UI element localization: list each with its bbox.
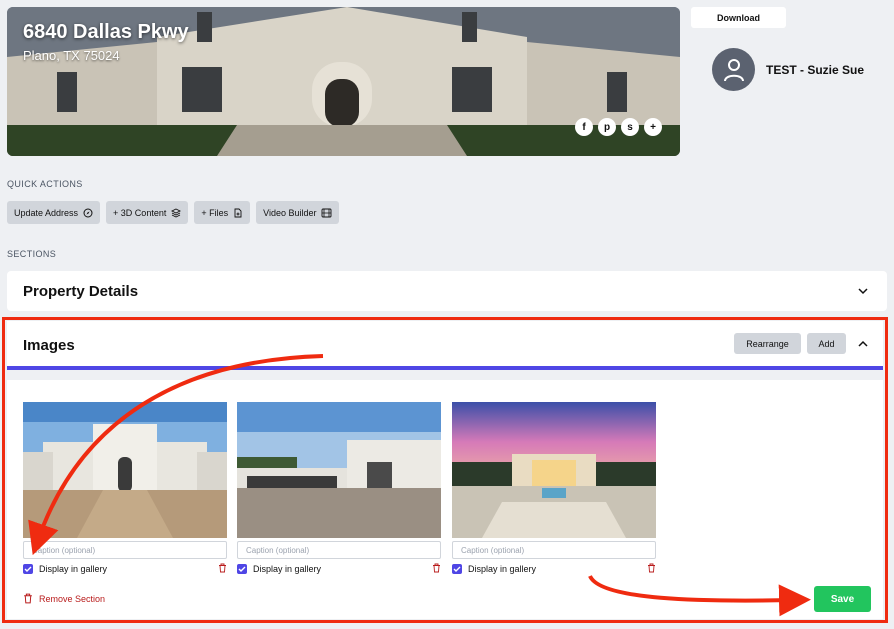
chevron-up-icon[interactable] (857, 338, 869, 350)
image-card: Display in gallery (452, 402, 656, 576)
display-in-gallery-row: Display in gallery (452, 562, 656, 576)
plus-icon[interactable]: + (644, 118, 662, 136)
user-icon (723, 58, 744, 81)
display-in-gallery-checkbox[interactable] (237, 564, 247, 574)
display-in-gallery-label: Display in gallery (39, 564, 108, 574)
caption-input[interactable] (452, 541, 656, 559)
display-in-gallery-checkbox[interactable] (23, 564, 33, 574)
trash-icon[interactable] (432, 563, 441, 573)
download-button[interactable]: Download (691, 7, 786, 28)
film-icon (322, 208, 332, 217)
chevron-down-icon[interactable] (857, 285, 869, 297)
images-section: Images Rearrange Add Display in gallery (7, 321, 883, 619)
quick-actions-bar: Update Address + 3D Content + Files Vide… (7, 201, 340, 224)
remove-section-label: Remove Section (39, 593, 106, 604)
image-card: Display in gallery (237, 402, 441, 576)
update-address-label: Update Address (14, 207, 79, 218)
share-icon[interactable]: s (621, 118, 639, 136)
images-title: Images (23, 337, 75, 354)
display-in-gallery-row: Display in gallery (237, 562, 441, 576)
quick-actions-label: QUICK ACTIONS (7, 179, 83, 189)
video-builder-label: Video Builder (263, 207, 317, 218)
caption-input[interactable] (23, 541, 227, 559)
property-details-title: Property Details (23, 283, 139, 300)
display-in-gallery-row: Display in gallery (23, 562, 227, 576)
image-card: Display in gallery (23, 402, 227, 576)
update-address-button[interactable]: Update Address (7, 201, 101, 224)
layers-icon (171, 207, 182, 218)
sections-label: SECTIONS (7, 249, 57, 259)
compass-icon (83, 208, 93, 217)
display-in-gallery-label: Display in gallery (468, 564, 537, 574)
display-in-gallery-checkbox[interactable] (452, 564, 462, 574)
file-plus-icon (234, 208, 242, 217)
property-address: 6840 Dallas Pkwy (23, 21, 189, 43)
video-builder-button[interactable]: Video Builder (256, 201, 340, 224)
image-thumbnail[interactable] (452, 402, 656, 538)
section-divider (7, 370, 883, 380)
add-3d-content-button[interactable]: + 3D Content (106, 201, 189, 224)
add-files-button[interactable]: + Files (194, 201, 251, 224)
trash-icon[interactable] (647, 563, 656, 573)
image-thumbnail[interactable] (237, 402, 441, 538)
property-city: Plano, TX 75024 (23, 48, 120, 63)
hero-banner: 6840 Dallas Pkwy Plano, TX 75024 f p s + (7, 7, 680, 156)
pinterest-icon[interactable]: p (598, 118, 616, 136)
trash-icon (24, 593, 32, 604)
add-3d-content-label: + 3D Content (113, 207, 167, 218)
remove-section-button[interactable]: Remove Section (23, 593, 105, 604)
avatar (712, 48, 755, 91)
facebook-icon[interactable]: f (575, 118, 593, 136)
display-in-gallery-label: Display in gallery (253, 564, 322, 574)
social-share-bar: f p s + (575, 118, 662, 136)
save-button[interactable]: Save (814, 586, 871, 612)
image-thumbnail[interactable] (23, 402, 227, 538)
property-details-section[interactable]: Property Details (7, 271, 887, 311)
caption-input[interactable] (237, 541, 441, 559)
add-files-label: + Files (201, 207, 229, 218)
user-name: TEST - Suzie Sue (766, 63, 865, 77)
rearrange-button[interactable]: Rearrange (734, 333, 801, 354)
add-image-button[interactable]: Add (807, 333, 846, 354)
trash-icon[interactable] (218, 563, 227, 573)
